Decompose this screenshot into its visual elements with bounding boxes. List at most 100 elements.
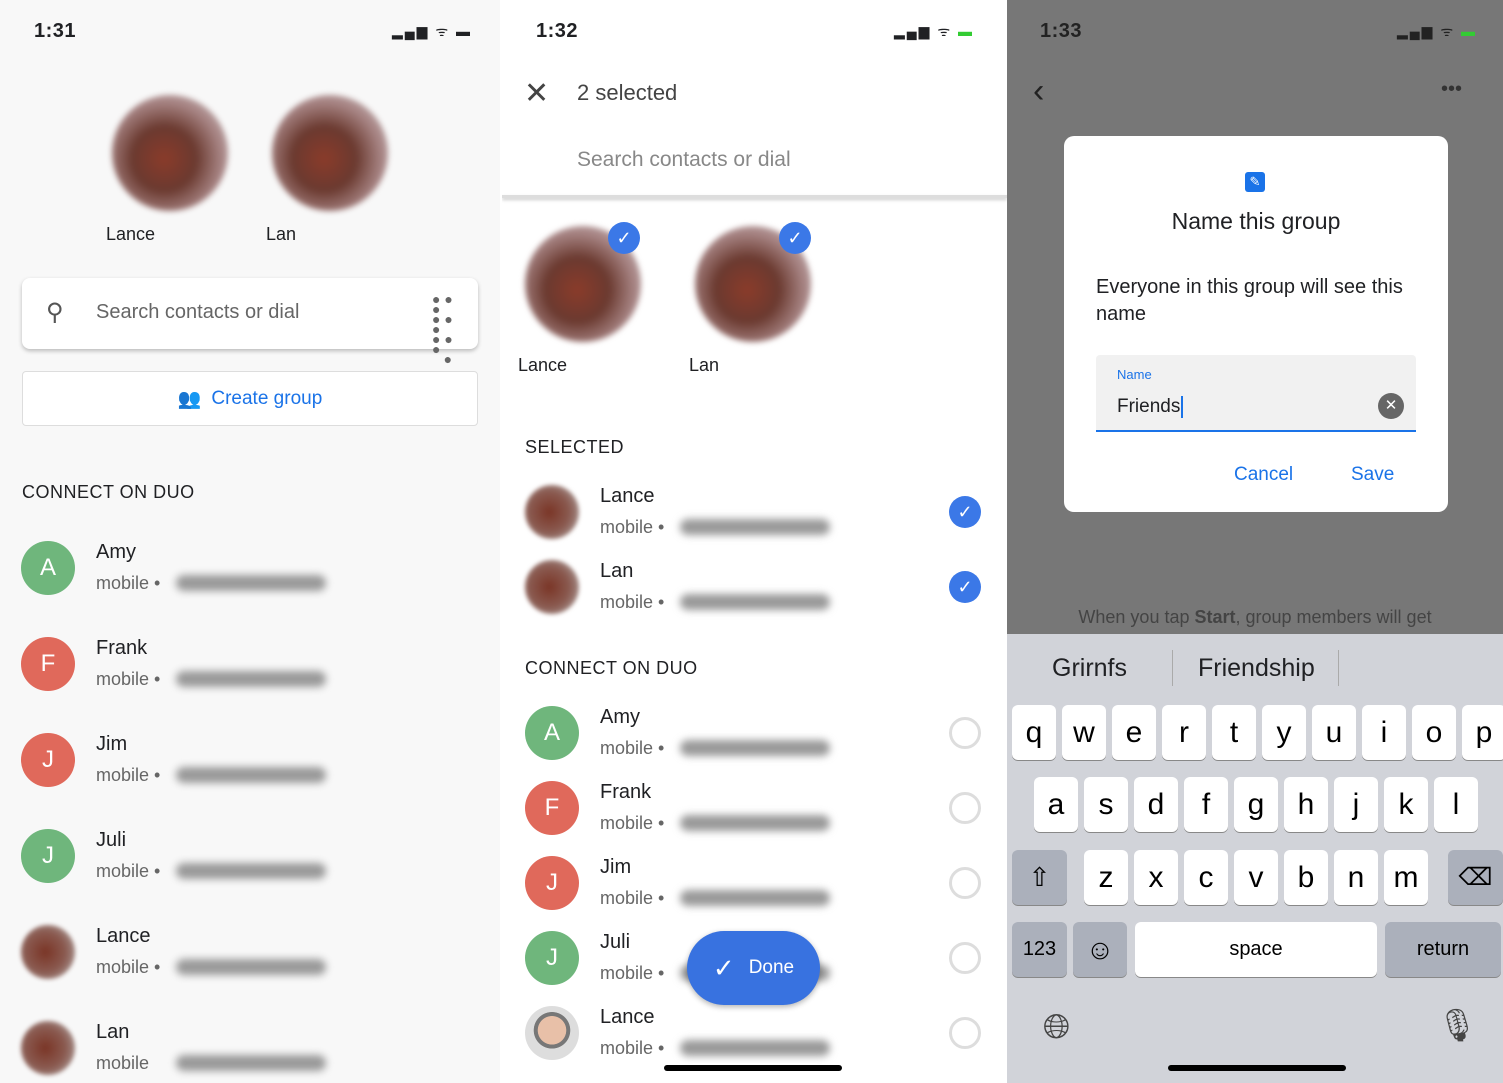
phone-number-redacted (176, 575, 326, 591)
key-q[interactable]: q (1012, 705, 1056, 760)
key-h[interactable]: h (1284, 777, 1328, 832)
favorite-avatar-lan[interactable] (272, 95, 388, 211)
search-icon: ⚲ (46, 299, 64, 326)
shift-key[interactable]: ⇧ (1012, 850, 1067, 905)
name-input[interactable]: Friends (1117, 396, 1184, 418)
key-v[interactable]: v (1234, 850, 1278, 905)
avatar (525, 1006, 579, 1060)
close-icon[interactable]: ✕ (524, 76, 549, 111)
group-icon: 👥 (177, 388, 202, 410)
key-d[interactable]: d (1134, 777, 1178, 832)
key-f[interactable]: f (1184, 777, 1228, 832)
status-icons: ▂▄▆ ᯤ ▬ (1397, 23, 1478, 39)
return-key[interactable]: return (1385, 922, 1501, 977)
key-j[interactable]: j (1334, 777, 1378, 832)
chip-label: Lance (518, 355, 568, 375)
key-g[interactable]: g (1234, 777, 1278, 832)
phone-number-redacted (176, 767, 326, 783)
contact-name: Frank (600, 781, 652, 803)
key-u[interactable]: u (1312, 705, 1356, 760)
dialpad-icon[interactable]: ● ● ● ● ● ● ● ● ● ● (432, 292, 460, 366)
name-field[interactable]: Name Friends ✕ (1096, 355, 1416, 432)
contact-detail: mobile (96, 1053, 150, 1073)
save-button[interactable]: Save (1351, 464, 1394, 486)
create-group-label: Create group (211, 387, 323, 409)
key-x[interactable]: x (1134, 850, 1178, 905)
name-group-screen: 1:33 ▂▄▆ ᯤ ▬ ‹ ••• When you tap Start, g… (1007, 0, 1503, 1083)
suggestion[interactable]: Grirnfs (1052, 654, 1127, 683)
select-radio[interactable] (949, 792, 981, 824)
key-p[interactable]: p (1462, 705, 1503, 760)
avatar: J (525, 931, 579, 985)
home-indicator (664, 1065, 842, 1071)
status-time: 1:33 (1040, 20, 1083, 42)
select-radio[interactable] (949, 1017, 981, 1049)
chip-label: Lan (689, 355, 720, 375)
contact-detail: mobile • (600, 888, 665, 908)
key-w[interactable]: w (1062, 705, 1106, 760)
search-bar[interactable]: ⚲ Search contacts or dial ● ● ● ● ● ● ● ● … (22, 278, 478, 366)
name-group-dialog: ✎ Name this group Everyone in this group… (1064, 136, 1448, 512)
key-t[interactable]: t (1212, 705, 1256, 760)
contact-name: Lan (96, 1021, 130, 1043)
microphone-icon[interactable]: 🎙︎ (1437, 1006, 1478, 1044)
contact-name: Amy (96, 541, 136, 563)
contacts-screen: 1:31 ▂▄▆ ᯤ ▬ Lance Lan ⚲ Search contacts… (0, 0, 500, 1083)
key-z[interactable]: z (1084, 850, 1128, 905)
section-header: CONNECT ON DUO (525, 658, 698, 678)
check-icon[interactable]: ✓ (949, 571, 981, 603)
phone-number-redacted (680, 1040, 830, 1056)
select-radio[interactable] (949, 867, 981, 899)
key-i[interactable]: i (1362, 705, 1406, 760)
more-icon[interactable]: ••• (1441, 78, 1462, 101)
dialog-title: Name this group (1171, 208, 1341, 234)
key-r[interactable]: r (1162, 705, 1206, 760)
contact-detail: mobile • (96, 957, 161, 977)
key-c[interactable]: c (1184, 850, 1228, 905)
favorite-avatar-lance[interactable] (112, 95, 228, 211)
create-group-button[interactable]: 👥 Create group (22, 371, 478, 426)
key-n[interactable]: n (1334, 850, 1378, 905)
contact-detail: mobile • (600, 813, 665, 833)
key-e[interactable]: e (1112, 705, 1156, 760)
key-o[interactable]: o (1412, 705, 1456, 760)
search-input[interactable]: Search contacts or dial (96, 301, 299, 324)
check-icon[interactable]: ✓ (949, 496, 981, 528)
key-s[interactable]: s (1084, 777, 1128, 832)
space-key[interactable]: space (1135, 922, 1377, 977)
phone-number-redacted (176, 671, 326, 687)
back-icon[interactable]: ‹ (1033, 72, 1044, 111)
key-b[interactable]: b (1284, 850, 1328, 905)
check-icon: ✓ (712, 952, 735, 983)
avatar: J (21, 733, 75, 787)
numbers-key[interactable]: 123 (1012, 922, 1067, 977)
avatar: A (525, 706, 579, 760)
globe-icon[interactable]: 🌐︎ (1043, 1008, 1070, 1047)
avatar (525, 560, 579, 614)
cancel-button[interactable]: Cancel (1234, 464, 1293, 486)
key-l[interactable]: l (1434, 777, 1478, 832)
search-input[interactable]: Search contacts or dial (577, 148, 791, 172)
key-y[interactable]: y (1262, 705, 1306, 760)
key-k[interactable]: k (1384, 777, 1428, 832)
status-icons: ▂▄▆ ᯤ ▬ (894, 23, 975, 39)
contact-detail: mobile • (600, 592, 665, 612)
avatar: F (525, 781, 579, 835)
select-radio[interactable] (949, 942, 981, 974)
avatar (525, 485, 579, 539)
avatar (21, 925, 75, 979)
key-a[interactable]: a (1034, 777, 1078, 832)
select-radio[interactable] (949, 717, 981, 749)
phone-number-redacted (680, 815, 830, 831)
favorite-label: Lan (266, 224, 297, 244)
emoji-key[interactable]: ☺ (1073, 922, 1127, 977)
field-label: Name (1117, 367, 1152, 382)
section-header: CONNECT ON DUO (22, 482, 195, 502)
phone-number-redacted (680, 519, 830, 535)
suggestion[interactable]: Friendship (1198, 654, 1315, 683)
contact-detail: mobile • (96, 669, 161, 689)
clear-icon[interactable]: ✕ (1378, 393, 1404, 419)
delete-key[interactable]: ⌫ (1448, 850, 1503, 905)
done-button[interactable]: ✓ Done (687, 931, 820, 1005)
key-m[interactable]: m (1384, 850, 1428, 905)
